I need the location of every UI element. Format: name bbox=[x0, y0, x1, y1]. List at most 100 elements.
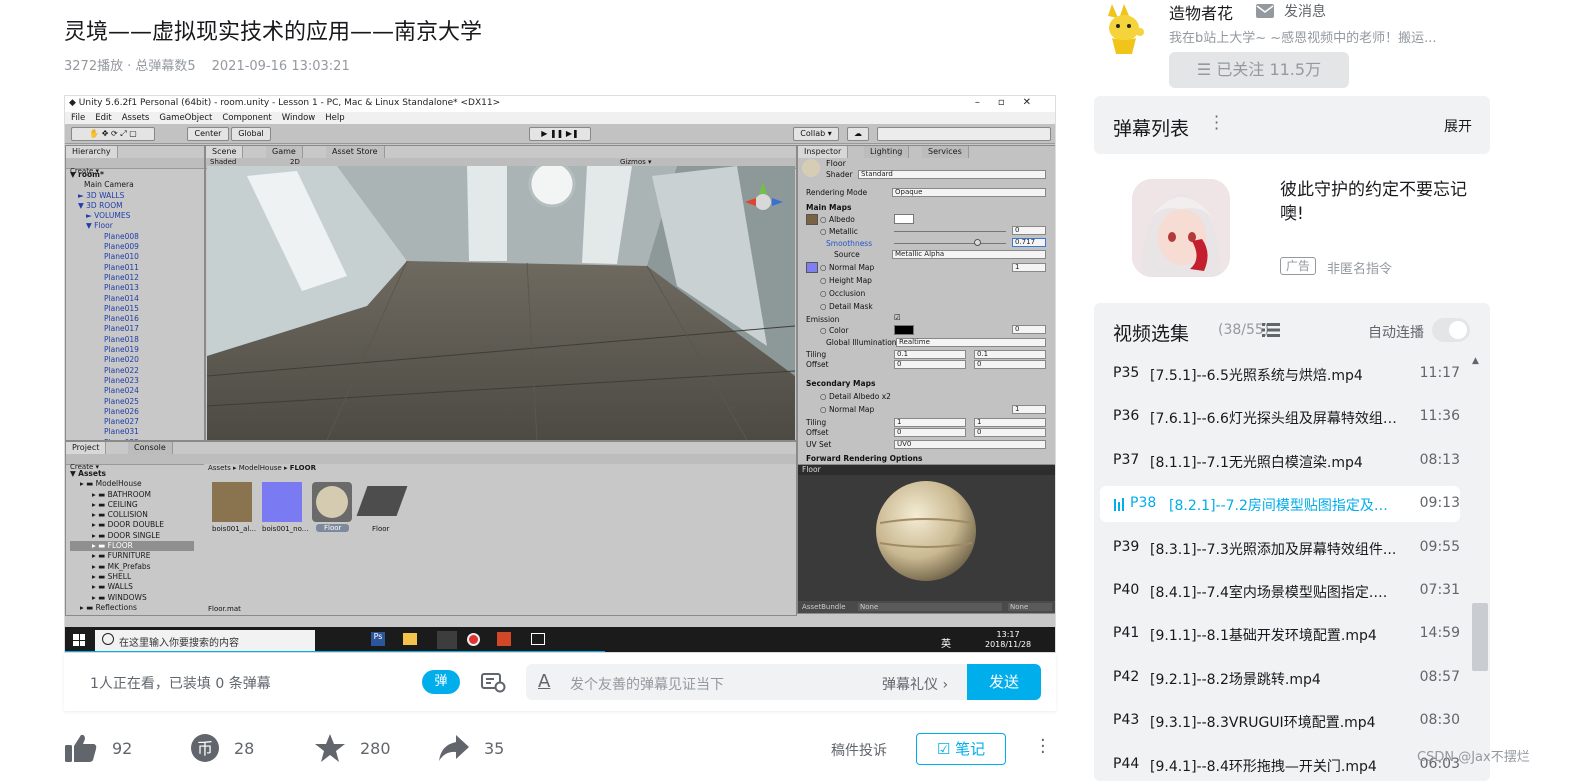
hierarchy-plane-item: Plane019 bbox=[104, 345, 139, 355]
uploader-avatar[interactable] bbox=[1102, 2, 1148, 58]
danmaku-input-placeholder: 发个友善的弹幕见证当下 bbox=[570, 677, 724, 693]
coin-count: 28 bbox=[234, 738, 255, 758]
video-player[interactable]: ◆ Unity 5.6.2f1 Personal (64bit) - room.… bbox=[64, 95, 1056, 653]
episode-duration: 08:30 bbox=[1419, 712, 1460, 729]
favorite-button[interactable]: 280 bbox=[314, 730, 391, 766]
normal2-value: 1 bbox=[1012, 405, 1046, 414]
ad-card[interactable]: 彼此守护的约定不要忘记噢! 广告 非匿名指令 bbox=[1094, 154, 1490, 296]
episode-index: P40 bbox=[1113, 582, 1140, 598]
room-render bbox=[207, 166, 795, 440]
episode-item[interactable]: P44 [9.4.1]--8.4环形拖拽—开关门.mp4 06:03 bbox=[1100, 747, 1460, 781]
publish-date: 2021-09-16 13:03:21 bbox=[211, 59, 350, 74]
episode-item[interactable]: P37 [8.1.1]--7.1无光照白模渲染.mp4 08:13 bbox=[1100, 443, 1460, 479]
pivot-center: Center bbox=[187, 127, 229, 141]
tab-lighting: Lighting bbox=[864, 146, 910, 158]
text-style-icon[interactable]: A bbox=[538, 671, 550, 692]
menu-edit: Edit bbox=[95, 113, 112, 123]
uv-set-dropdown: UV0 bbox=[894, 440, 1046, 449]
autoplay-toggle[interactable] bbox=[1432, 318, 1470, 342]
share-button[interactable]: 35 bbox=[438, 730, 504, 766]
crumb-model: ModelHouse bbox=[238, 464, 282, 472]
episode-item[interactable]: P36 [7.6.1]--6.6灯光探头组及屏幕特效组件... 11:36 bbox=[1100, 399, 1460, 435]
danmaku-etiquette-link[interactable]: 弹幕礼仪 › bbox=[882, 674, 948, 694]
notes-label: 笔记 bbox=[955, 740, 986, 758]
like-count: 92 bbox=[112, 738, 133, 758]
offset2-label: Offset bbox=[806, 428, 829, 437]
hierarchy-toolbar: Create ▾ bbox=[66, 158, 204, 175]
follow-button[interactable]: ☰ 已关注 11.5万 bbox=[1169, 52, 1349, 88]
hierarchy-plane-item: Plane027 bbox=[104, 417, 139, 427]
danmaku-toggle[interactable]: 弹 bbox=[422, 670, 460, 694]
ime-indicator: 英 bbox=[941, 639, 951, 650]
item-label: Floor bbox=[94, 221, 113, 231]
menu-file: File bbox=[71, 113, 86, 123]
uploader-name[interactable]: 造物者花 bbox=[1169, 0, 1233, 24]
list-view-icon[interactable] bbox=[1262, 323, 1280, 337]
menu-gameobject: GameObject bbox=[159, 113, 213, 123]
csdn-watermark: CSDN @Jax不摆烂 bbox=[1417, 750, 1530, 765]
episode-duration: 07:31 bbox=[1419, 582, 1460, 598]
play-controls: ▶ ❚❚ ▶❚ bbox=[529, 127, 591, 141]
episode-item[interactable]: P43 [9.3.1]--8.3VRUGUI环境配置.mp4 08:30 bbox=[1100, 703, 1460, 739]
emission-color-label: ○ Color bbox=[820, 326, 849, 335]
episode-item[interactable]: P41 [9.1.1]--8.1基础开发环境配置.mp4 14:59 bbox=[1100, 616, 1460, 652]
source-label: Source bbox=[834, 250, 860, 259]
preview-label: Floor bbox=[802, 465, 821, 474]
project-folder: ▸ ▬ ModelHouse bbox=[80, 479, 142, 489]
project-folder: ▸ ▬ MK_Prefabs bbox=[92, 561, 151, 571]
danmaku-list-header[interactable]: 弹幕列表 · · · 展开 bbox=[1094, 96, 1490, 154]
folder-icon bbox=[403, 633, 417, 645]
tab-hierarchy: Hierarchy bbox=[66, 146, 118, 158]
project-folder-label: CEILING bbox=[107, 499, 138, 509]
hierarchy-plane-item: Plane025 bbox=[104, 396, 139, 406]
clock-date: 2018/11/28 bbox=[985, 640, 1032, 649]
hierarchy-plane-item: Plane022 bbox=[104, 365, 139, 375]
hierarchy-plane-item: Plane031 bbox=[104, 427, 139, 437]
episode-duration: 09:13 bbox=[1419, 495, 1460, 512]
coin-button[interactable]: 币 28 bbox=[190, 730, 254, 766]
send-message-link[interactable]: 发消息 bbox=[1256, 1, 1326, 21]
episode-name: [8.2.1]--7.2房间模型贴图指定及无... bbox=[1169, 498, 1399, 515]
metallic-label: ○ Metallic bbox=[820, 227, 858, 236]
hierarchy-plane-item: Plane015 bbox=[104, 303, 139, 313]
danmaku-list-expand[interactable]: 展开 bbox=[1444, 116, 1472, 136]
episode-item[interactable]: P38 [8.2.1]--7.2房间模型贴图指定及无... 09:13 bbox=[1100, 486, 1460, 523]
playlist-scrollbar[interactable] bbox=[1472, 603, 1488, 671]
hierarchy-plane-item: Plane023 bbox=[104, 375, 139, 385]
episode-name: [8.3.1]--7.3光照添加及屏幕特效组件... bbox=[1150, 541, 1397, 558]
tab-scene: Scene bbox=[206, 146, 244, 158]
notes-button[interactable]: ☑ 笔记 bbox=[916, 733, 1006, 765]
hierarchy-root: ▼ room* bbox=[70, 170, 104, 179]
smoothness-thumb bbox=[974, 239, 981, 246]
project-folder-label: DOOR DOUBLE bbox=[107, 520, 165, 530]
item-label: 3D ROOM bbox=[86, 200, 123, 210]
episode-item[interactable]: P42 [9.2.1]--8.2场景跳转.mp4 08:57 bbox=[1100, 660, 1460, 696]
report-link[interactable]: 稿件投诉 bbox=[831, 740, 887, 760]
project-folder-label: COLLISION bbox=[107, 510, 148, 520]
scroll-up-arrow-icon[interactable]: ▲ bbox=[1472, 356, 1484, 366]
more-options-icon[interactable]: · · · bbox=[1040, 732, 1052, 762]
send-danmaku-button[interactable]: 发送 bbox=[967, 664, 1041, 700]
danmaku-list-menu-icon[interactable]: · · · bbox=[1214, 109, 1219, 137]
cloud-icon: ☁ bbox=[847, 127, 869, 141]
episode-index: P38 bbox=[1130, 495, 1157, 512]
episode-item[interactable]: P40 [8.4.1]--7.4室内场景模型贴图指定.mp4 07:31 bbox=[1100, 573, 1460, 609]
danmaku-settings-icon[interactable] bbox=[480, 671, 506, 693]
inspector-object-name: Floor bbox=[826, 159, 846, 168]
emission-value: 0 bbox=[1012, 325, 1046, 334]
albedo-label: ○ Albedo bbox=[820, 215, 855, 224]
episode-item[interactable]: P39 [8.3.1]--7.3光照添加及屏幕特效组件... 09:55 bbox=[1100, 530, 1460, 566]
tiling-y: 0.1 bbox=[974, 350, 1046, 359]
detail-mask-label: ○ Detail Mask bbox=[820, 302, 873, 311]
color-text: Color bbox=[828, 326, 849, 335]
unity-window-title: Unity 5.6.2f1 Personal (64bit) - room.un… bbox=[78, 98, 501, 108]
height-text: Height Map bbox=[828, 276, 872, 285]
ad-game-icon[interactable] bbox=[1132, 179, 1230, 277]
episode-item[interactable]: P35 [7.5.1]--6.5光照系统与烘焙.mp4 11:17 bbox=[1100, 356, 1460, 392]
danmaku-total: · 总弹幕数5 bbox=[127, 59, 196, 74]
uv-set-label: UV Set bbox=[806, 440, 832, 449]
like-button[interactable]: 92 bbox=[64, 730, 132, 766]
material-sphere bbox=[876, 481, 976, 581]
tab-inspector: Inspector bbox=[798, 146, 849, 158]
albedo-color bbox=[894, 214, 914, 224]
